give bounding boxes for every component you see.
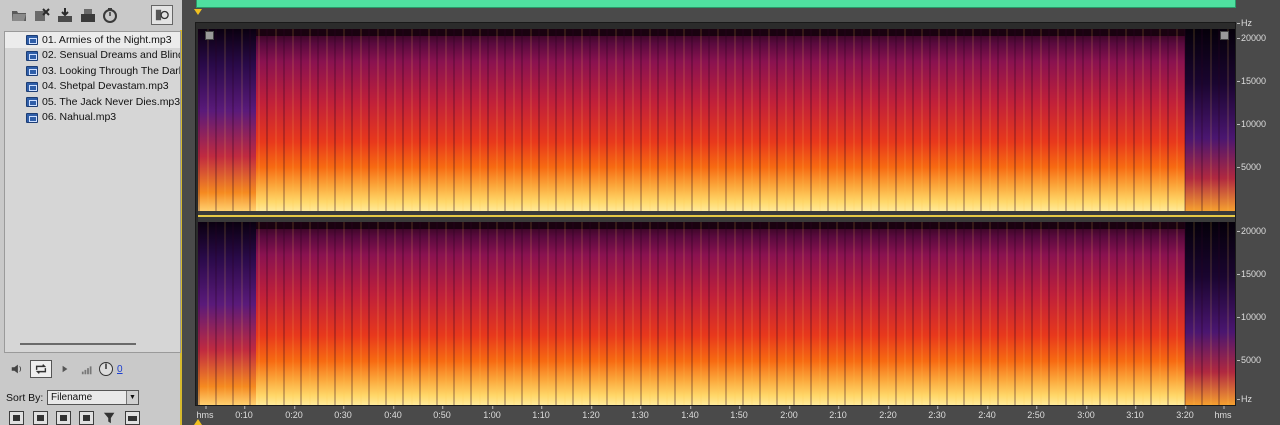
spectrogram-channel-right[interactable] [198, 222, 1235, 405]
hz-unit-label: Hz [1237, 18, 1277, 28]
insert-midi-icon[interactable] [79, 411, 94, 425]
time-tick: 2:20 [879, 406, 897, 420]
file-list: 01. Armies of the Night.mp3 02. Sensual … [4, 31, 181, 353]
file-name: 04. Shetpal Devastam.mp3 [42, 80, 169, 93]
app-window: 01. Armies of the Night.mp3 02. Sensual … [0, 0, 1280, 425]
volume-value[interactable]: 0 [117, 364, 123, 375]
hz-tick: 20000 [1237, 226, 1277, 236]
audio-file-icon [26, 97, 38, 107]
audio-file-icon [26, 35, 38, 45]
audio-file-icon [26, 112, 38, 123]
sort-selected-value: Filename [51, 392, 93, 403]
time-tick: 2:00 [780, 406, 798, 420]
chevron-down-icon[interactable]: ▼ [126, 391, 138, 404]
time-tick: 3:00 [1077, 406, 1095, 420]
filter-icon[interactable] [102, 411, 117, 425]
time-tick: 2:30 [928, 406, 946, 420]
play-icon[interactable] [58, 360, 72, 378]
sort-label: Sort By: [6, 392, 44, 404]
time-ruler[interactable]: hms 0:10 0:20 0:30 0:40 0:50 1:00 1:10 1… [195, 406, 1236, 425]
time-tick: 2:10 [829, 406, 847, 420]
editor-panel: Hz 20000 15000 10000 5000 20000 15000 10… [184, 0, 1280, 425]
file-name: 02. Sensual Dreams and Blind Re [42, 49, 180, 62]
volume-bars-icon [80, 360, 96, 378]
insert-into-multitrack-icon[interactable] [9, 411, 24, 425]
insert-into-cd-icon[interactable] [33, 411, 48, 425]
preview-controls: 0 [0, 356, 182, 382]
insert-icon[interactable] [79, 6, 97, 24]
speaker-icon[interactable] [8, 360, 26, 378]
channel-divider [198, 211, 1235, 222]
panel-toggle-icon[interactable] [151, 5, 173, 25]
hz-tick: 5000 [1237, 162, 1277, 172]
audio-file-icon [26, 66, 38, 76]
hz-tick: 5000 [1237, 355, 1277, 365]
zoom-corner-handle[interactable] [205, 31, 214, 40]
time-tick: 1:00 [483, 406, 501, 420]
list-item[interactable]: 04. Shetpal Devastam.mp3 [5, 79, 180, 95]
file-name: 01. Armies of the Night.mp3 [42, 33, 172, 46]
hz-tick: 15000 [1237, 76, 1277, 86]
time-tick: 0:20 [285, 406, 303, 420]
time-tick: 0:40 [384, 406, 402, 420]
playhead-top-marker[interactable] [194, 9, 202, 15]
time-tick: 3:20 [1176, 406, 1194, 420]
playhead-bottom-marker[interactable] [194, 419, 202, 425]
open-folder-icon[interactable] [10, 6, 28, 24]
extract-icon[interactable] [56, 6, 74, 24]
hz-tick: 15000 [1237, 269, 1277, 279]
spectrogram-channel-left[interactable] [198, 29, 1235, 211]
hz-tick: 10000 [1237, 312, 1277, 322]
time-tick: 1:40 [681, 406, 699, 420]
file-name: 03. Looking Through The Dark G [42, 64, 181, 77]
list-item[interactable]: 01. Armies of the Night.mp3 [5, 32, 180, 48]
panel-splitter[interactable] [20, 343, 136, 345]
time-tick: 0:30 [334, 406, 352, 420]
loop-button[interactable] [30, 360, 52, 378]
hz-tick: 10000 [1237, 119, 1277, 129]
files-panel: 01. Armies of the Night.mp3 02. Sensual … [0, 0, 182, 425]
list-item[interactable]: 03. Looking Through The Dark G [5, 63, 180, 79]
time-tick: 3:10 [1126, 406, 1144, 420]
frequency-ruler: Hz 20000 15000 10000 5000 20000 15000 10… [1237, 17, 1280, 412]
sort-select[interactable]: Filename ▼ [47, 390, 139, 405]
zoom-corner-handle[interactable] [1220, 31, 1229, 40]
time-tick: 1:50 [730, 406, 748, 420]
time-tick: 2:40 [978, 406, 996, 420]
audio-file-icon [26, 81, 38, 92]
list-item[interactable]: 05. The Jack Never Dies.mp3 [5, 94, 180, 110]
time-tick: 2:50 [1027, 406, 1045, 420]
file-name: 06. Nahual.mp3 [42, 111, 117, 124]
time-tick: 1:20 [582, 406, 600, 420]
files-toolbar [0, 0, 182, 30]
spectrogram-view[interactable] [195, 22, 1236, 406]
file-name: 05. The Jack Never Dies.mp3 [42, 95, 181, 108]
time-tick: 0:50 [433, 406, 451, 420]
bottom-toolbar [0, 410, 182, 425]
overview-bar[interactable] [196, 0, 1236, 8]
time-tick: 1:10 [532, 406, 550, 420]
volume-knob-icon[interactable] [97, 360, 115, 378]
sort-row: Sort By: Filename ▼ [0, 388, 182, 408]
hz-unit-label: Hz [1237, 394, 1277, 404]
insert-video-icon[interactable] [56, 411, 71, 425]
time-tick: 1:30 [631, 406, 649, 420]
list-item[interactable]: 02. Sensual Dreams and Blind Re [5, 48, 180, 64]
list-item[interactable]: 06. Nahual.mp3 [5, 110, 180, 126]
close-file-icon[interactable] [33, 6, 51, 24]
hz-tick: 20000 [1237, 33, 1277, 43]
options-icon[interactable] [125, 411, 140, 425]
stopwatch-icon[interactable] [101, 6, 119, 24]
time-tick: 0:10 [235, 406, 253, 420]
time-unit-label: hms [1214, 406, 1232, 420]
audio-file-icon [26, 50, 38, 61]
